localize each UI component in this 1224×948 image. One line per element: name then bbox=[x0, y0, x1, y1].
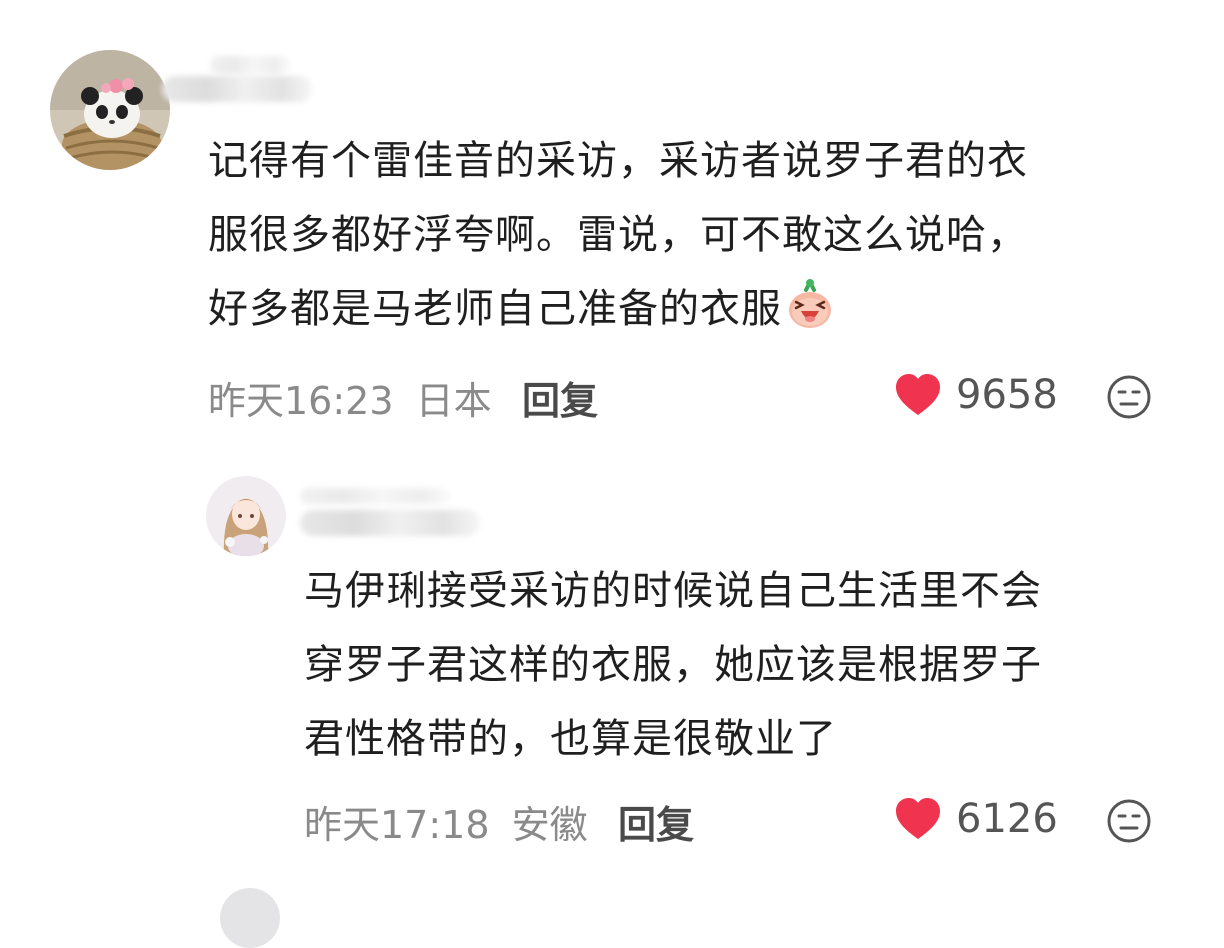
neutral-face-icon bbox=[1107, 375, 1151, 419]
comment-text-line: 马伊琍接受采访的时候说自己生活里不会 bbox=[304, 568, 1042, 614]
user-avatar[interactable] bbox=[50, 50, 170, 170]
reply-button[interactable]: 回复 bbox=[522, 370, 598, 425]
next-comment-avatar[interactable] bbox=[220, 888, 280, 948]
like-count: 9658 bbox=[956, 372, 1058, 418]
like-button[interactable]: 6126 bbox=[894, 796, 1058, 842]
heart-icon bbox=[896, 374, 940, 415]
anime-girl-avatar bbox=[206, 476, 286, 556]
timestamp: 昨天16:23 bbox=[208, 379, 394, 423]
comment-text-line: 君性格带的，也算是很敬业了 bbox=[304, 716, 837, 762]
location: 日本 bbox=[415, 379, 492, 423]
comment-text-line: 好多都是马老师自己准备的衣服 bbox=[208, 272, 1168, 354]
user-avatar[interactable] bbox=[206, 476, 286, 556]
like-button[interactable]: 9658 bbox=[894, 372, 1058, 418]
comment-text-line: 记得有个雷佳音的采访，采访者说罗子君的衣 bbox=[208, 138, 1028, 184]
location: 安徽 bbox=[511, 803, 588, 847]
comment-meta: 昨天16:23 日本 bbox=[208, 370, 492, 425]
neutral-face-icon bbox=[1107, 799, 1151, 843]
like-count: 6126 bbox=[956, 796, 1058, 842]
username-blurred-extra bbox=[300, 488, 450, 504]
comment-text: 记得有个雷佳音的采访，采访者说罗子君的衣 服很多都好浮夸啊。雷说，可不敢这么说哈… bbox=[208, 124, 1168, 354]
heart-icon bbox=[896, 798, 940, 839]
username-blurred[interactable] bbox=[300, 510, 480, 536]
comment-text-line: 服很多都好浮夸啊。雷说，可不敢这么说哈， bbox=[208, 212, 1028, 258]
comment-text: 马伊琍接受采访的时候说自己生活里不会 穿罗子君这样的衣服，她应该是根据罗子 君性… bbox=[304, 554, 1184, 776]
comment-2: 马伊琍接受采访的时候说自己生活里不会 穿罗子君这样的衣服，她应该是根据罗子 君性… bbox=[0, 440, 1224, 880]
reply-button[interactable]: 回复 bbox=[618, 794, 694, 849]
comment-1: 记得有个雷佳音的采访，采访者说罗子君的衣 服很多都好浮夸啊。雷说，可不敢这么说哈… bbox=[0, 0, 1224, 440]
panda-in-basket-avatar bbox=[50, 50, 170, 170]
comment-meta: 昨天17:18 安徽 bbox=[304, 794, 588, 849]
comment-text-line: 穿罗子君这样的衣服，她应该是根据罗子 bbox=[304, 642, 1042, 688]
laughing-sticker-icon bbox=[786, 278, 834, 354]
username-blurred-extra bbox=[210, 56, 290, 74]
timestamp: 昨天17:18 bbox=[304, 803, 490, 847]
dislike-button[interactable] bbox=[1106, 374, 1152, 424]
username-blurred[interactable] bbox=[162, 76, 312, 102]
dislike-button[interactable] bbox=[1106, 798, 1152, 848]
